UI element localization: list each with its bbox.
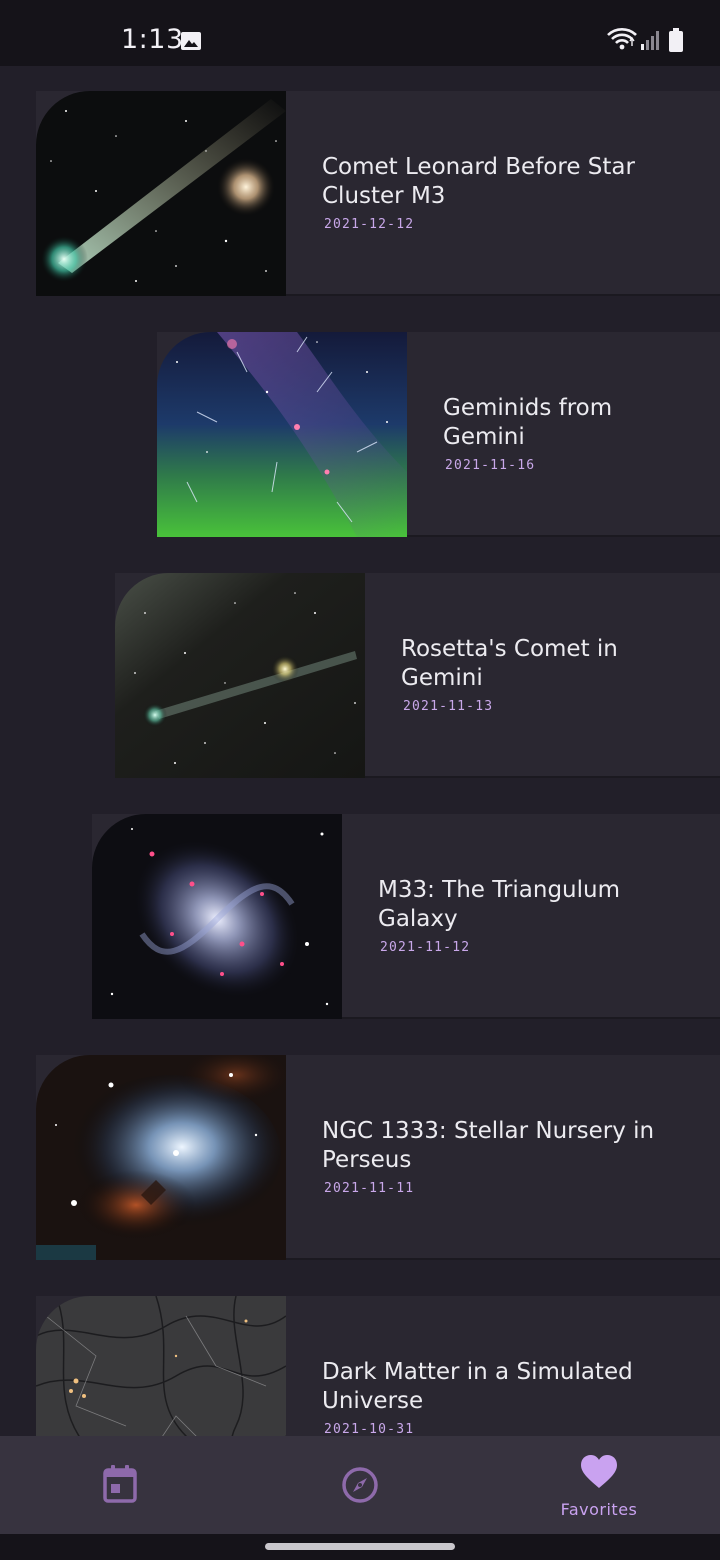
list-item[interactable]: Comet Leonard Before Star Cluster M3 202…	[36, 91, 720, 296]
item-title: Rosetta's Comet in Gemini	[401, 636, 618, 691]
status-time: 1:13	[121, 24, 184, 55]
card-text: Geminids from Gemini 2021-11-16	[443, 332, 690, 535]
item-title: NGC 1333: Stellar Nursery in Perseus	[322, 1118, 655, 1173]
thumbnail-image	[92, 814, 342, 1019]
home-indicator[interactable]	[265, 1543, 455, 1550]
thumbnail-image	[36, 1296, 286, 1436]
signal-icon	[640, 30, 662, 54]
nav-label-favorites: Favorites	[560, 1500, 638, 1519]
item-date: 2021-11-11	[324, 1181, 415, 1196]
wifi-icon	[606, 27, 638, 55]
thumbnail-image	[36, 1055, 286, 1260]
battery-icon	[668, 27, 684, 57]
list-item[interactable]: NGC 1333: Stellar Nursery in Perseus 202…	[36, 1055, 720, 1260]
compass-icon	[341, 1466, 379, 1508]
heart-icon	[581, 1455, 617, 1493]
status-bar: 1:13	[0, 0, 720, 66]
list-item[interactable]: Geminids from Gemini 2021-11-16	[157, 332, 720, 537]
item-title: Dark Matter in a Simulated Universe	[322, 1359, 633, 1414]
thumbnail-image	[157, 332, 407, 537]
nav-item-calendar[interactable]	[40, 1436, 200, 1534]
item-title: Geminids from Gemini	[443, 395, 613, 450]
thumbnail-image	[36, 91, 286, 296]
item-date: 2021-10-31	[324, 1422, 415, 1436]
list-item[interactable]: M33: The Triangulum Galaxy 2021-11-12	[92, 814, 720, 1019]
nav-item-explore[interactable]	[280, 1436, 440, 1534]
calendar-icon	[102, 1464, 138, 1508]
card-text: Comet Leonard Before Star Cluster M3 202…	[322, 91, 690, 294]
item-title: Comet Leonard Before Star Cluster M3	[322, 154, 635, 209]
item-title: M33: The Triangulum Galaxy	[378, 877, 620, 932]
nav-item-favorites[interactable]: Favorites	[519, 1436, 679, 1534]
item-date: 2021-11-12	[380, 940, 471, 955]
item-date: 2021-11-16	[445, 458, 536, 473]
gallery-icon	[180, 31, 202, 55]
system-navigation-bar	[0, 1534, 720, 1560]
item-date: 2021-11-13	[403, 699, 494, 714]
list-item[interactable]: Rosetta's Comet in Gemini 2021-11-13	[115, 573, 720, 778]
favorites-list[interactable]: Comet Leonard Before Star Cluster M3 202…	[0, 66, 720, 1436]
bottom-navigation: Favorites	[0, 1436, 720, 1534]
card-text: Dark Matter in a Simulated Universe 2021…	[322, 1296, 690, 1436]
list-item[interactable]: Dark Matter in a Simulated Universe 2021…	[36, 1296, 720, 1436]
thumbnail-image	[115, 573, 365, 778]
item-date: 2021-12-12	[324, 217, 415, 232]
card-text: NGC 1333: Stellar Nursery in Perseus 202…	[322, 1055, 690, 1258]
card-text: M33: The Triangulum Galaxy 2021-11-12	[378, 814, 690, 1017]
card-text: Rosetta's Comet in Gemini 2021-11-13	[401, 573, 690, 776]
